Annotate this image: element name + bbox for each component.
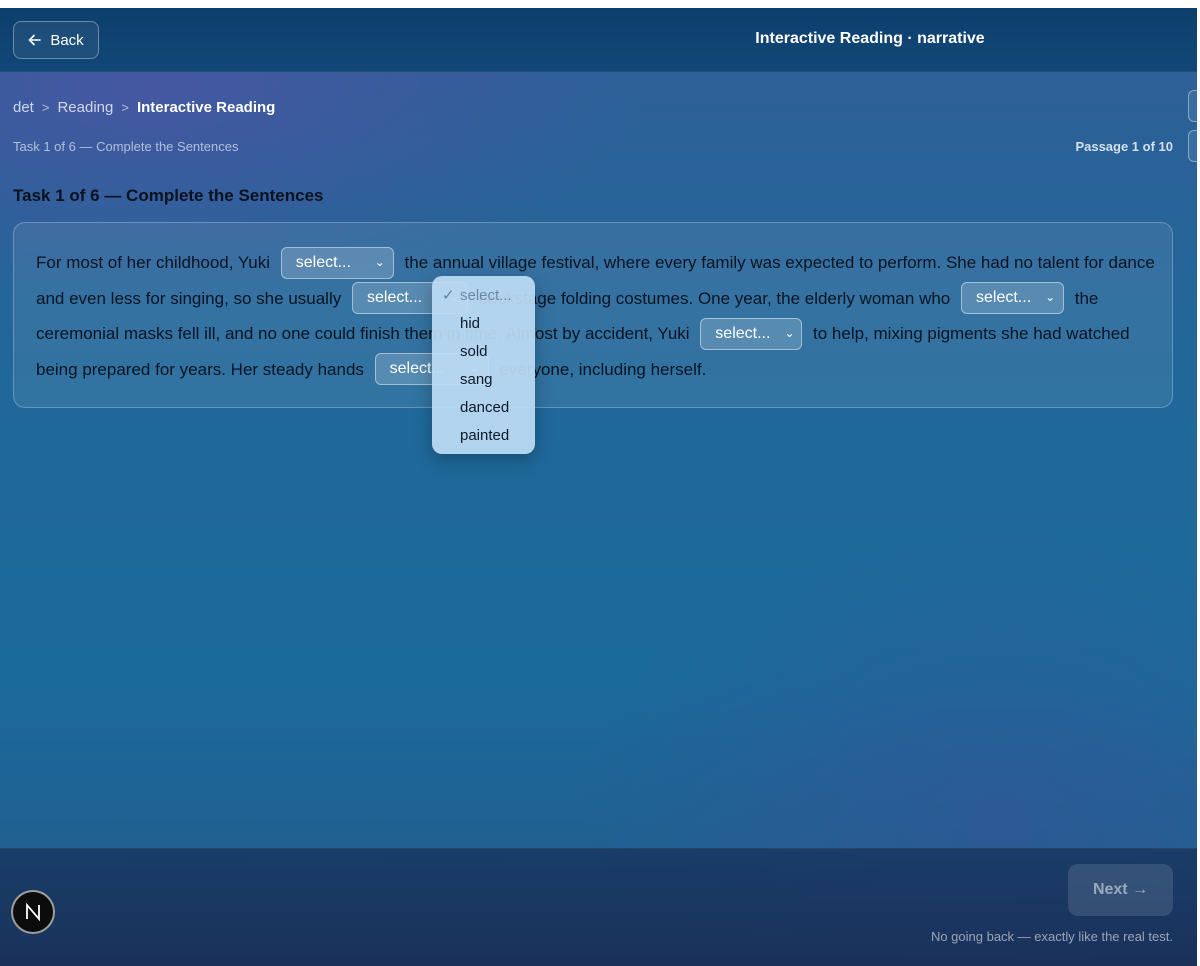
edge-button-bottom[interactable] <box>1188 130 1197 162</box>
sentence-segment: backstage folding costumes. One year, th… <box>478 288 951 308</box>
dropdown-option-sang[interactable]: sang <box>432 370 535 398</box>
n-logo-icon <box>26 902 40 922</box>
checkmark-icon: ✓ <box>442 287 455 304</box>
dropdown-option-sold[interactable]: sold <box>432 342 535 370</box>
page-title: Interactive Reading · narrative <box>755 30 985 47</box>
arrow-left-icon <box>29 34 42 46</box>
app-window: Back Interactive Reading · narrative det… <box>0 8 1197 966</box>
select-value: select... <box>366 289 423 307</box>
dev-tools-badge[interactable] <box>11 890 55 934</box>
dropdown-option-danced[interactable]: danced <box>432 398 535 426</box>
edge-button-top[interactable] <box>1188 90 1197 122</box>
blank-select-4[interactable]: select... ⌄ <box>700 317 803 350</box>
passage-paragraph: For most of her childhood, Yuki select..… <box>36 245 1156 387</box>
breadcrumb: det > Reading > Interactive Reading <box>13 99 275 116</box>
blank-select-3[interactable]: select... ⌄ <box>961 282 1064 315</box>
top-bar: Back Interactive Reading · narrative <box>0 8 1197 72</box>
next-button[interactable]: Next → <box>1068 864 1173 916</box>
blank-select-1[interactable]: select... ⌄ <box>280 246 394 279</box>
passage-counter: Passage 1 of 10 <box>1075 139 1173 154</box>
footer-bar: Next → No going back — exactly like the … <box>0 848 1197 966</box>
dropdown-option-label: select... <box>460 287 512 304</box>
back-button-label: Back <box>50 31 84 49</box>
sentence-segment: For most of her childhood, Yuki <box>36 253 271 272</box>
select-value: select... <box>715 324 771 342</box>
dropdown-option-hid[interactable]: hid <box>432 314 535 342</box>
dropdown-option-placeholder[interactable]: ✓ select... <box>432 286 535 314</box>
back-button[interactable]: Back <box>13 21 99 59</box>
task-subtitle: Task 1 of 6 — Complete the Sentences <box>13 139 239 154</box>
task-heading: Task 1 of 6 — Complete the Sentences <box>13 186 324 205</box>
breadcrumb-item-reading[interactable]: Reading <box>57 99 113 116</box>
chevron-down-icon: ⌄ <box>374 254 385 269</box>
breadcrumb-item-current: Interactive Reading <box>136 99 276 116</box>
footer-hint: No going back — exactly like the real te… <box>930 929 1173 944</box>
blank-select-2-dropdown: ✓ select... hid sold sang danced painted <box>432 276 535 454</box>
breadcrumb-separator: > <box>121 100 129 115</box>
chevron-down-icon: ⌄ <box>784 325 795 340</box>
select-value: select... <box>295 253 351 271</box>
dropdown-option-painted[interactable]: painted <box>432 426 535 454</box>
select-value: select... <box>976 289 1032 307</box>
passage-card: For most of her childhood, Yuki select..… <box>13 222 1173 408</box>
breadcrumb-separator: > <box>41 100 50 115</box>
breadcrumb-item-det[interactable]: det <box>13 99 34 116</box>
chevron-down-icon: ⌄ <box>1045 290 1056 305</box>
